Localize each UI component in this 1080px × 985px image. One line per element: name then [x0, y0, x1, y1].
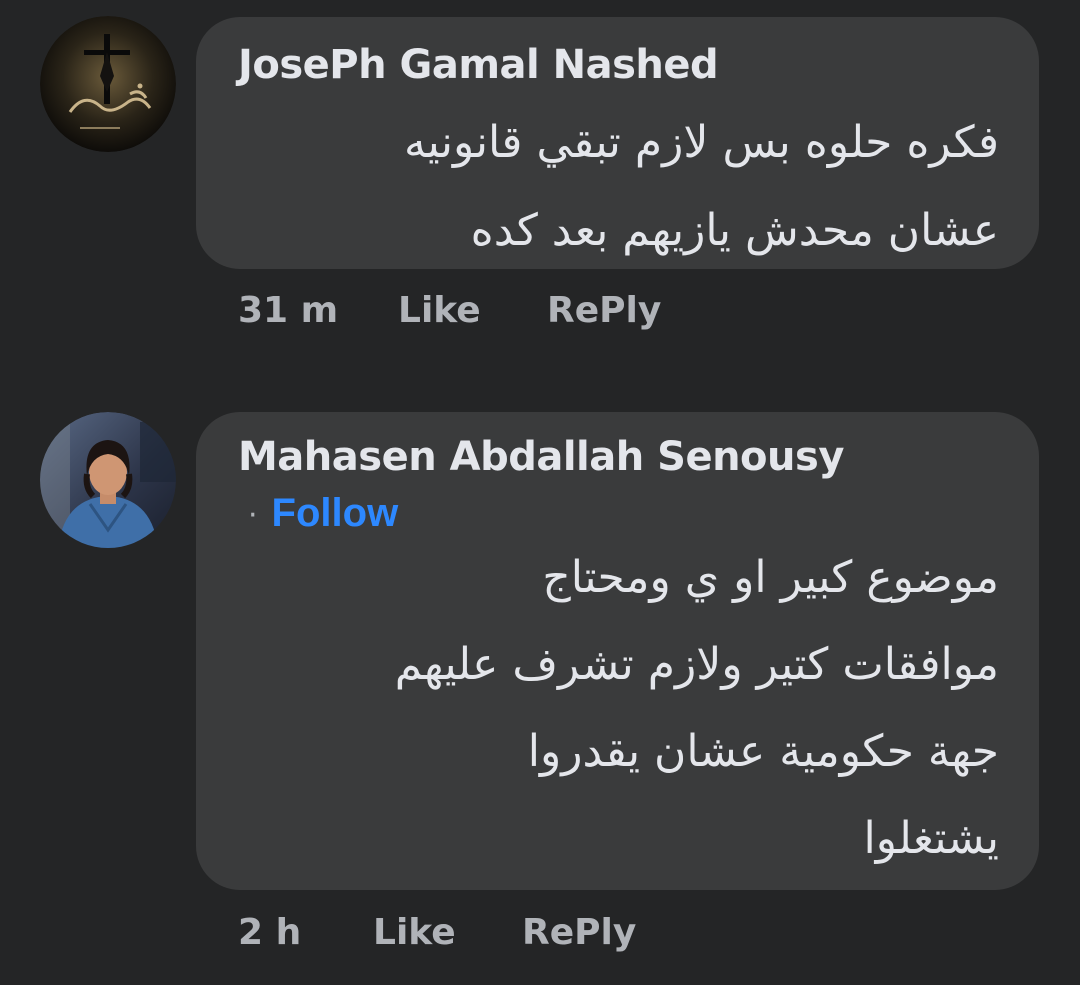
separator-dot: ·: [248, 497, 258, 533]
comment-text: فكره حلوه بس لازم تبقي قانونيه عشان محدش…: [404, 99, 999, 275]
like-button[interactable]: Like: [373, 912, 456, 953]
comments-thread: JosePh Gamal Nashed فكره حلوه بس لازم تب…: [0, 0, 1080, 985]
reply-button[interactable]: RePly: [547, 290, 661, 331]
comment-bubble: JosePh Gamal Nashed فكره حلوه بس لازم تب…: [196, 17, 1039, 269]
follow-button[interactable]: Follow: [272, 491, 399, 535]
follow-row: · Follow: [248, 490, 398, 536]
comment-text: موضوع كبير او ي ومحتاج موافقات كتير ولاز…: [395, 534, 999, 882]
comment-text-line: يشتغلوا: [863, 813, 999, 864]
crucifix-avatar-icon[interactable]: [40, 16, 176, 152]
comment-text-line: موضوع كبير او ي ومحتاج: [542, 552, 999, 603]
author-name[interactable]: JosePh Gamal Nashed: [238, 42, 719, 88]
comment-text-line: عشان محدش يازيهم بعد كده: [470, 205, 999, 256]
comment-text-line: موافقات كتير ولازم تشرف عليهم: [394, 639, 999, 690]
comment-bubble: Mahasen Abdallah Senousy · Follow موضوع ك…: [196, 412, 1039, 890]
comment-text-line: فكره حلوه بس لازم تبقي قانونيه: [403, 117, 999, 168]
author-name[interactable]: Mahasen Abdallah Senousy: [238, 434, 844, 480]
timestamp[interactable]: 2 h: [238, 912, 301, 953]
like-button[interactable]: Like: [398, 290, 481, 331]
woman-portrait-avatar-icon[interactable]: [40, 412, 176, 548]
timestamp[interactable]: 31 m: [238, 290, 338, 331]
reply-button[interactable]: RePly: [522, 912, 636, 953]
comment-text-line: جهة حكومية عشان يقدروا: [527, 726, 999, 777]
